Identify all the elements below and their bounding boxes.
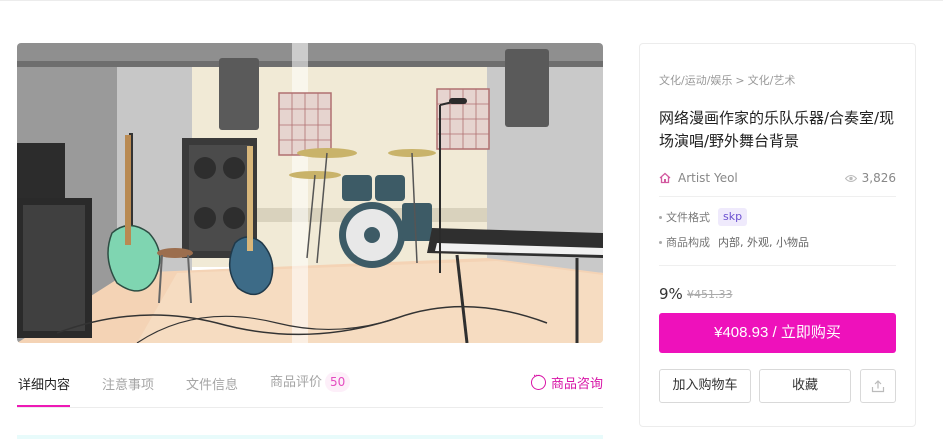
- product-title: 网络漫画作家的乐队乐器/合奏室/现场演唱/野外舞台背景: [659, 109, 895, 150]
- active-tab-indicator: [17, 405, 70, 407]
- spec-composition: 商品构成 内部, 外观, 小物品: [659, 234, 809, 250]
- top-divider: [0, 0, 943, 1]
- spec-format-label: 文件格式: [666, 211, 710, 224]
- favorite-button[interactable]: 收藏: [759, 369, 851, 403]
- chat-bubble-icon: [530, 371, 546, 390]
- format-badge: skp: [718, 208, 748, 226]
- author-name: Artist Yeol: [678, 171, 738, 185]
- author-row: Artist Yeol 3,826: [659, 171, 896, 189]
- breadcrumb-item[interactable]: 文化/艺术: [748, 74, 796, 87]
- review-count-badge: 50: [325, 372, 351, 392]
- tab-notes[interactable]: 注意事项: [102, 374, 154, 393]
- product-hero-image[interactable]: [17, 43, 603, 343]
- product-consult-link[interactable]: 商品咨询: [530, 371, 603, 392]
- detail-tabs: 详细内容 注意事项 文件信息 商品评价50 商品咨询: [17, 366, 603, 408]
- divider: [659, 196, 896, 197]
- discount-rate: 9%: [659, 285, 683, 303]
- breadcrumb-separator: >: [735, 74, 745, 87]
- content-top-edge: [17, 435, 603, 439]
- tab-reviews-label: 商品评价: [270, 375, 323, 390]
- band-room-illustration: [17, 43, 603, 343]
- view-count: 3,826: [844, 171, 896, 185]
- buy-now-button[interactable]: ¥408.93 / 立即购买: [659, 313, 896, 353]
- tab-details[interactable]: 详细内容: [18, 374, 70, 393]
- add-to-cart-button[interactable]: 加入购物车: [659, 369, 751, 403]
- tab-file-info[interactable]: 文件信息: [186, 374, 238, 393]
- eye-icon: [844, 174, 857, 182]
- product-info-card: 文化/运动/娱乐 > 文化/艺术 网络漫画作家的乐队乐器/合奏室/现场演唱/野外舞台…: [639, 43, 916, 427]
- share-button[interactable]: [860, 369, 896, 403]
- bullet-dot: [659, 240, 662, 244]
- breadcrumb: 文化/运动/娱乐 > 文化/艺术: [659, 72, 795, 88]
- divider: [659, 265, 896, 266]
- spec-composition-label: 商品构成: [666, 236, 710, 249]
- spec-composition-value: 内部, 外观, 小物品: [718, 236, 809, 249]
- spec-format: 文件格式 skp: [659, 208, 748, 226]
- tab-reviews[interactable]: 商品评价 50: [270, 371, 351, 392]
- author-link[interactable]: Artist Yeol: [659, 171, 738, 185]
- house-icon: [659, 172, 671, 184]
- consult-label: 商品咨询: [550, 377, 603, 392]
- share-icon: [871, 380, 885, 393]
- view-count-value: 3,826: [861, 171, 896, 185]
- breadcrumb-item[interactable]: 文化/运动/娱乐: [659, 74, 732, 87]
- original-price: ¥451.33: [687, 288, 733, 301]
- bullet-dot: [659, 215, 662, 219]
